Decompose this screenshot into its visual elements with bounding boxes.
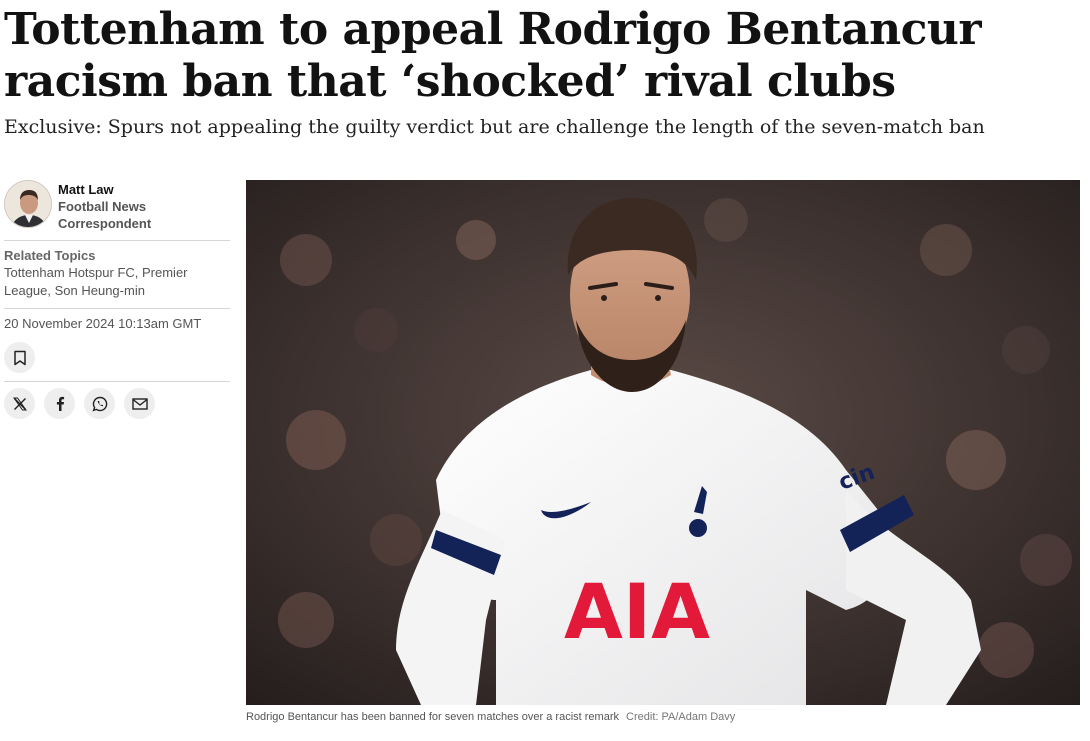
whatsapp-icon	[91, 396, 107, 412]
publish-date: 20 November 2024 10:13am GMT	[4, 316, 202, 331]
share-facebook-button[interactable]	[44, 388, 75, 419]
x-icon	[12, 397, 27, 410]
author-byline[interactable]: Matt Law Football News Correspondent	[4, 180, 230, 241]
share-email-button[interactable]	[124, 388, 155, 419]
share-x-button[interactable]	[4, 388, 35, 419]
article-sidebar: Matt Law Football News Correspondent Rel…	[4, 180, 230, 419]
facebook-icon	[56, 396, 64, 411]
share-whatsapp-button[interactable]	[84, 388, 115, 419]
bookmark-button[interactable]	[4, 342, 35, 373]
author-avatar[interactable]	[4, 180, 52, 228]
share-buttons	[4, 382, 230, 419]
caption-text: Rodrigo Bentancur has been banned for se…	[246, 711, 619, 723]
email-icon	[131, 397, 148, 410]
related-topics-title: Related Topics	[4, 248, 96, 263]
related-topics-list[interactable]: Tottenham Hotspur FC, Premier League, So…	[4, 264, 230, 300]
shirt-sponsor: AIA	[564, 567, 710, 656]
author-name[interactable]: Matt Law	[58, 181, 230, 198]
bookmark-icon	[13, 350, 26, 365]
article-standfirst: Exclusive: Spurs not appealing the guilt…	[4, 116, 985, 138]
bookmark-row	[4, 342, 230, 382]
lead-image[interactable]: AIA cin	[246, 180, 1080, 705]
article-headline: Tottenham to appeal Rodrigo Bentancur ra…	[4, 4, 982, 107]
author-portrait	[5, 181, 51, 227]
image-caption: Rodrigo Bentancur has been banned for se…	[246, 710, 735, 724]
related-topics: Related Topics Tottenham Hotspur FC, Pre…	[4, 241, 230, 309]
player-photo: AIA cin	[246, 180, 1080, 705]
author-role: Football News Correspondent	[58, 199, 152, 231]
caption-credit: Credit: PA/Adam Davy	[626, 711, 736, 723]
